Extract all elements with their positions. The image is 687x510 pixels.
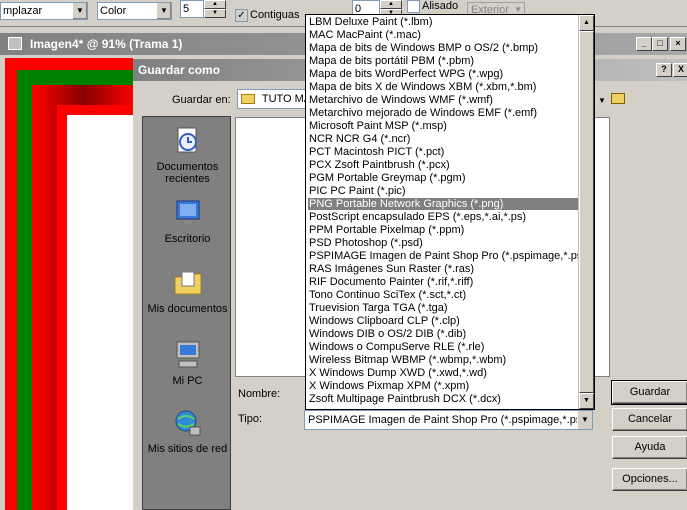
place-label: Mis documentos xyxy=(147,303,228,315)
save-in-label: Guardar en: xyxy=(172,94,231,106)
places-network[interactable]: Mis sitios de red xyxy=(143,407,232,455)
chevron-down-icon[interactable]: ▼ xyxy=(156,3,171,19)
save-button[interactable]: Guardar xyxy=(611,380,687,405)
file-type-option[interactable]: PNG Portable Network Graphics (*.png) xyxy=(308,198,582,211)
file-type-option[interactable]: Mapa de bits de Windows BMP o OS/2 (*.bm… xyxy=(308,42,582,54)
place-label: Documentos recientes xyxy=(156,161,219,185)
places-my-computer[interactable]: Mi PC xyxy=(143,339,232,387)
document-icon xyxy=(8,37,22,50)
my-documents-icon xyxy=(172,267,204,299)
file-type-option[interactable]: X Windows Pixmap XPM (*.xpm) xyxy=(308,380,582,392)
my-computer-icon xyxy=(172,339,204,371)
mode-select-value: mplazar xyxy=(3,5,43,17)
scroll-thumb[interactable] xyxy=(579,31,594,393)
file-type-option[interactable]: Truevision Targa TGA (*.tga) xyxy=(308,302,582,314)
file-type-option[interactable]: Tono Continuo SciTex (*.sct,*.ct) xyxy=(308,289,582,301)
file-type-option[interactable]: Wireless Bitmap WBMP (*.wbmp,*.wbm) xyxy=(308,354,582,366)
place-label: Mis sitios de red xyxy=(147,443,228,455)
file-type-option[interactable]: Windows Clipboard CLP (*.clp) xyxy=(308,315,582,327)
file-type-select[interactable]: PSPIMAGE Imagen de Paint Shop Pro (*.psp… xyxy=(304,410,593,430)
dropdown-scrollbar[interactable]: ▲ ▼ xyxy=(578,15,594,409)
file-type-option[interactable]: Microsoft Paint MSP (*.msp) xyxy=(308,120,582,132)
file-type-option[interactable]: Mapa de bits WordPerfect WPG (*.wpg) xyxy=(308,68,582,80)
new-folder-icon[interactable] xyxy=(611,93,625,104)
dialog-title: Guardar como xyxy=(138,63,221,77)
help-icon[interactable]: ? xyxy=(656,63,672,77)
file-type-option[interactable]: X Windows Dump XWD (*.xwd,*.wd) xyxy=(308,367,582,379)
cancel-button[interactable]: Cancelar xyxy=(612,408,687,431)
minimize-button[interactable]: _ xyxy=(636,37,652,51)
scroll-up-icon[interactable]: ▲ xyxy=(579,15,594,31)
filename-label: Nombre: xyxy=(238,388,281,400)
tolerance-spinner[interactable]: ▲ ▼ xyxy=(204,0,226,18)
antialias-label: Alisado xyxy=(422,0,459,12)
file-type-option[interactable]: PCT Macintosh PICT (*.pct) xyxy=(308,146,582,158)
file-type-option[interactable]: MAC MacPaint (*.mac) xyxy=(308,29,582,41)
canvas-white-area xyxy=(67,115,136,510)
file-type-dropdown-list: LBM Deluxe Paint (*.lbm) MAC MacPaint (*.… xyxy=(305,14,595,410)
save-in-combo[interactable]: TUTO MA xyxy=(237,89,307,109)
file-type-option[interactable]: NCR NCR G4 (*.ncr) xyxy=(308,133,582,145)
mode-select[interactable]: mplazar ▼ xyxy=(0,2,88,20)
scroll-down-icon[interactable]: ▼ xyxy=(579,393,594,409)
file-type-option[interactable]: LBM Deluxe Paint (*.lbm) xyxy=(308,16,582,28)
spin-down-icon[interactable]: ▼ xyxy=(204,9,226,18)
options-button[interactable]: Opciones... xyxy=(612,468,687,491)
file-type-option[interactable]: Metarchivo mejorado de Windows EMF (*.em… xyxy=(308,107,582,119)
close-icon[interactable]: X xyxy=(673,63,687,77)
match-mode-select[interactable]: Color ▼ xyxy=(97,2,172,20)
file-type-option[interactable]: Mapa de bits portátil PBM (*.pbm) xyxy=(308,55,582,67)
places-bar: Documentos recientes Escritorio Mis docu… xyxy=(142,116,231,510)
file-type-option[interactable]: PCX Zsoft Paintbrush (*.pcx) xyxy=(308,159,582,171)
antialias-checkbox[interactable] xyxy=(407,0,420,13)
save-in-value: TUTO MA xyxy=(261,93,307,105)
chevron-down-icon[interactable]: ▼ xyxy=(598,96,606,105)
spin-up-icon[interactable]: ▲ xyxy=(380,0,402,9)
chevron-down-icon[interactable]: ▼ xyxy=(577,411,592,429)
place-label: Escritorio xyxy=(164,233,211,245)
places-my-documents[interactable]: Mis documentos xyxy=(143,267,232,315)
tolerance-value: 5 xyxy=(183,3,190,15)
tolerance-input[interactable]: 5 xyxy=(180,0,204,18)
recent-documents-icon xyxy=(172,125,204,157)
file-type-label: Tipo: xyxy=(238,413,263,425)
help-button[interactable]: Ayuda xyxy=(612,436,687,459)
spin-up-icon[interactable]: ▲ xyxy=(204,0,226,9)
file-type-option[interactable]: PSD Photoshop (*.psd) xyxy=(308,237,582,249)
match-mode-value: Color xyxy=(100,5,127,17)
close-icon[interactable]: × xyxy=(670,37,686,51)
maximize-button[interactable]: □ xyxy=(652,37,668,51)
file-type-option[interactable]: PIC PC Paint (*.pic) xyxy=(308,185,582,197)
file-type-option[interactable]: Windows o CompuServe RLE (*.rle) xyxy=(308,341,582,353)
folder-icon xyxy=(241,94,255,105)
contiguous-label: Contiguas xyxy=(250,9,300,21)
file-type-option[interactable]: PSPIMAGE Imagen de Paint Shop Pro (*.psp… xyxy=(308,250,582,262)
file-type-option[interactable]: Windows DIB o OS/2 DIB (*.dib) xyxy=(308,328,582,340)
contiguous-checkbox[interactable]: ✓ xyxy=(235,9,248,22)
file-type-option[interactable]: PostScript encapsulado EPS (*.eps,*.ai,*… xyxy=(308,211,582,223)
desktop-icon xyxy=(172,197,204,229)
file-type-option[interactable]: PPM Portable Pixelmap (*.ppm) xyxy=(308,224,582,236)
image-window-title: Imagen4* @ 91% (Trama 1) xyxy=(30,37,183,51)
places-desktop[interactable]: Escritorio xyxy=(143,197,232,245)
file-type-option[interactable]: Zsoft Multipage Paintbrush DCX (*.dcx) xyxy=(308,393,582,405)
chevron-down-icon[interactable]: ▼ xyxy=(72,3,87,19)
file-type-option[interactable]: Mapa de bits X de Windows XBM (*.xbm,*.b… xyxy=(308,81,582,93)
file-type-option[interactable]: Metarchivo de Windows WMF (*.wmf) xyxy=(308,94,582,106)
places-recent-documents[interactable]: Documentos recientes xyxy=(143,125,232,185)
image-canvas[interactable] xyxy=(5,58,136,510)
place-label: Mi PC xyxy=(172,375,203,387)
file-type-value: PSPIMAGE Imagen de Paint Shop Pro (*.psp… xyxy=(308,414,588,426)
file-type-option[interactable]: PGM Portable Greymap (*.pgm) xyxy=(308,172,582,184)
file-type-option[interactable]: RAS Imágenes Sun Raster (*.ras) xyxy=(308,263,582,275)
file-type-option[interactable]: RIF Documento Painter (*.rif,*.riff) xyxy=(308,276,582,288)
network-places-icon xyxy=(172,407,204,439)
